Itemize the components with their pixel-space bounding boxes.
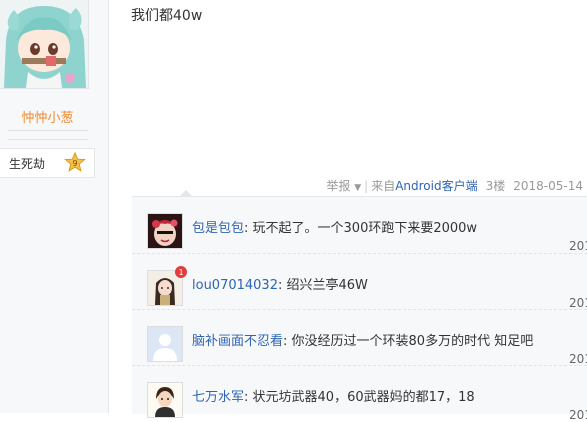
- reply-line: 七万水军: 状元坊武器40，60武器妈的都17，18: [192, 386, 475, 405]
- reply-line: 脑补画面不忍看: 你没经历过一个环装80多万的时代 知足吧: [192, 330, 533, 349]
- sidebar-divider: [8, 139, 88, 140]
- author-sidebar: 忡忡小葱 生死劫 9: [0, 0, 109, 413]
- reply-item: 脑补画面不忍看: 你没经历过一个环装80多万的时代 知足吧 201: [132, 309, 587, 366]
- caret-down-icon: ▼: [354, 183, 362, 193]
- reply-avatar-image: [148, 383, 182, 417]
- reply-username[interactable]: 七万水军: [192, 390, 244, 405]
- reply-avatar[interactable]: [147, 213, 183, 249]
- reply-item: 包是包包: 玩不起了。一个300环跑下来要2000w 201: [132, 197, 587, 253]
- author-username[interactable]: 忡忡小葱: [0, 107, 95, 126]
- default-avatar-icon: [148, 327, 182, 361]
- reply-text: 你没经历过一个环装80多万的时代 知足吧: [291, 334, 534, 349]
- reply-username[interactable]: 包是包包: [192, 221, 244, 236]
- level-number: 9: [72, 159, 77, 168]
- source-prefix: 来自: [371, 179, 396, 193]
- reply-colon: :: [277, 278, 287, 293]
- post-content: 我们都40w 举报 ▼ | 来自Android客户端 3楼 2018-05-14 包是包…: [109, 0, 587, 422]
- reply-time: 201: [569, 352, 587, 366]
- source-client-link[interactable]: Android客户端: [395, 179, 477, 193]
- reply-avatar[interactable]: [147, 326, 183, 362]
- reply-username[interactable]: lou07014032: [192, 278, 278, 293]
- reply-text: 状元坊武器40，60武器妈的都17，18: [252, 390, 475, 405]
- level-star-icon: 9: [64, 152, 86, 172]
- report-link[interactable]: 举报 ▼: [326, 179, 361, 193]
- reply-text: 绍兴兰亭46W: [286, 278, 368, 293]
- author-level-badge[interactable]: 生死劫 9: [0, 148, 95, 178]
- meta-separator: |: [364, 179, 369, 193]
- reply-line: lou07014032: 绍兴兰亭46W: [192, 274, 368, 293]
- post-meta-bar: 举报 ▼ | 来自Android客户端 3楼 2018-05-14: [326, 177, 583, 194]
- reply-colon: :: [283, 334, 292, 349]
- author-avatar-image: [0, 0, 88, 88]
- reply-item: 1 lou07014032: 绍兴兰亭46W 201: [132, 253, 587, 310]
- reply-item: 七万水军: 状元坊武器40，60武器妈的都17，18 201: [132, 365, 587, 422]
- reply-time: 201: [569, 408, 587, 422]
- author-avatar[interactable]: [0, 0, 89, 89]
- reply-colon: :: [244, 390, 253, 405]
- floor-number: 3楼: [485, 179, 506, 193]
- sidebar-divider: [8, 130, 88, 131]
- reply-avatar-image: [148, 214, 182, 248]
- level-name: 生死劫: [9, 157, 46, 171]
- reply-colon: :: [244, 221, 253, 236]
- reply-line: 包是包包: 玩不起了。一个300环跑下来要2000w: [192, 217, 477, 236]
- notification-badge-icon: 1: [175, 266, 187, 278]
- reply-panel: 包是包包: 玩不起了。一个300环跑下来要2000w 201 1: [132, 190, 587, 422]
- reply-time: 201: [569, 296, 587, 310]
- post-body-text: 我们都40w: [131, 8, 203, 24]
- badge-count: 1: [178, 268, 183, 277]
- post-date: 2018-05-14: [513, 179, 583, 193]
- reply-username[interactable]: 脑补画面不忍看: [192, 334, 283, 349]
- reply-text: 玩不起了。一个300环跑下来要2000w: [252, 221, 478, 236]
- reply-time: 201: [569, 239, 587, 253]
